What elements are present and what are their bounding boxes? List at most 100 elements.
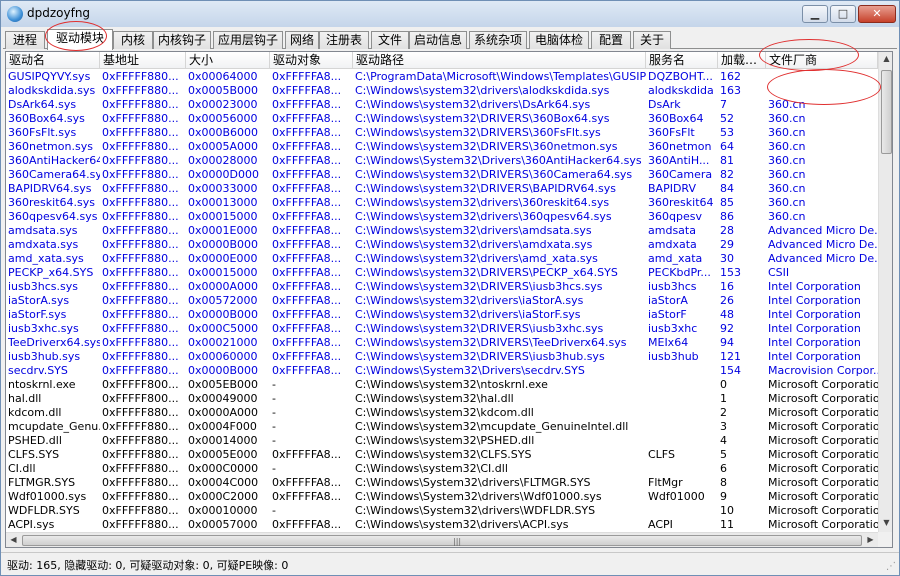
tab-12[interactable]: 关于 [633,31,671,49]
table-cell: 7 [720,98,727,111]
table-row[interactable]: iusb3hub.sys 0xFFFFF880... 0x00060000 0xFFF… [6,350,878,364]
table-cell: 0x00033000 [188,182,258,195]
table-cell: 360FsFlt [648,126,695,139]
tab-2[interactable]: 内核 [113,31,153,49]
table-row[interactable]: CI.dll 0xFFFFF880... 0x000C0000- C:\Windows… [6,462,878,476]
table-row[interactable]: iaStorF.sys 0xFFFFF880... 0x0000B000 0xFFFF… [6,308,878,322]
table-row[interactable]: ntoskrnl.exe 0xFFFFF800... 0x005EB000 - C:\W… [6,378,878,392]
size-grip-icon[interactable]: ⋰ [886,561,896,572]
table-cell: amdxata.sys [8,238,79,251]
table-row[interactable]: ACPI.sys 0xFFFFF880... 0x00057000 0xFFFFFA8… [6,518,878,532]
column-header-2[interactable]: 大小 [186,52,270,69]
maximize-icon[interactable]: □ [830,5,856,23]
table-cell: 0xFFFFF880... [102,364,179,377]
driver-list[interactable]: 驱动名 基地址 大小 驱动对象 驱动路径 服务名 加载… 文件厂商 GUSIPQYVY.sys… [5,51,893,548]
table-cell: 0x005EB000 [188,378,258,391]
scroll-down-icon[interactable]: ▼ [879,518,892,527]
table-row[interactable]: BAPIDRV64.sys 0xFFFFF880... 0x00033000 0xFF… [6,182,878,196]
table-row[interactable]: iaStorA.sys 0xFFFFF880... 0x00572000 0xFFFF… [6,294,878,308]
table-row[interactable]: hal.dll 0xFFFFF800... 0x00049000 - C:\Window… [6,392,878,406]
title-bar[interactable]: dpdzoyfng ▁ □ ✕ [1,1,899,27]
table-row[interactable]: PECKP_x64.SYS 0xFFFFF880... 0x00015000 0xFF… [6,266,878,280]
column-header-7[interactable]: 文件厂商 [766,52,878,69]
tab-11[interactable]: 配置 [591,31,631,49]
vertical-scrollbar[interactable]: ▲ ▼ [878,52,892,532]
table-row[interactable]: 360Camera64.sys 0xFFFFF880... 0x0000D000 0x… [6,168,878,182]
table-cell: secdrv.SYS [8,364,68,377]
table-row[interactable]: 360FsFlt.sys 0xFFFFF880... 0x000B6000 0xFFF… [6,126,878,140]
table-cell: 3 [720,420,727,433]
table-cell: 0xFFFFFA8... [272,336,342,349]
table-row[interactable]: DsArk64.sys 0xFFFFF880... 0x00023000 0xFFFF… [6,98,878,112]
table-row[interactable]: TeeDriverx64.sys 0xFFFFF880... 0x00021000 0… [6,336,878,350]
table-row[interactable]: 360netmon.sys 0xFFFFF880... 0x0005A000 0xFF… [6,140,878,154]
table-cell: 0x00021000 [188,336,258,349]
tab-7[interactable]: 文件 [371,31,409,49]
table-cell: 85 [720,196,734,209]
table-cell: 360.cn [768,154,806,167]
table-cell [646,420,718,434]
tab-3[interactable]: 内核钩子 [153,31,211,49]
table-row[interactable]: iusb3xhc.sys 0xFFFFF880... 0x000C5000 0xFFF… [6,322,878,336]
tab-1[interactable]: 驱动模块 [47,29,113,50]
table-row[interactable]: 360AntiHacker64.sys0xFFFFF880... 0x000280… [6,154,878,168]
table-cell: 0x00023000 [188,98,258,111]
table-row[interactable]: kdcom.dll 0xFFFFF880... 0x0000A000- C:\Wind… [6,406,878,420]
table-cell: Wdf01000.sys [8,490,87,503]
horizontal-scrollbar[interactable]: ◀ ||| ▶ [6,532,878,547]
scroll-right-icon[interactable]: ▶ [863,535,878,544]
table-row[interactable]: amdxata.sys 0xFFFFF880... 0x0000B000 0xFFFF… [6,238,878,252]
table-row[interactable]: amdsata.sys 0xFFFFF880... 0x0001E000 0xFFFF… [6,224,878,238]
tab-9[interactable]: 系统杂项 [469,31,527,49]
minimize-icon[interactable]: ▁ [802,5,828,23]
table-row[interactable]: iusb3hcs.sys 0xFFFFF880... 0x0000A000 0xFFF… [6,280,878,294]
table-row[interactable]: 360Box64.sys 0xFFFFF880... 0x00056000 0xFFF… [6,112,878,126]
tab-4[interactable]: 应用层钩子 [213,31,283,49]
table-cell: 0x0000B000 [188,364,259,377]
table-cell: 0xFFFFFA8... [272,350,342,363]
tab-6[interactable]: 注册表 [319,31,369,49]
table-row[interactable]: alodkskdida.sys 0xFFFFF880... 0x0005B000 0x… [6,84,878,98]
column-header-1[interactable]: 基地址 [100,52,186,69]
table-cell: 0xFFFFFA8... [272,154,342,167]
tab-10[interactable]: 电脑体检 [529,31,589,49]
tab-8[interactable]: 启动信息 [409,31,467,49]
column-header-0[interactable]: 驱动名 [6,52,100,69]
table-cell: 360.cn [768,140,806,153]
table-cell: amdsata [648,224,696,237]
close-icon[interactable]: ✕ [858,5,896,23]
table-cell: 0x00064000 [188,70,258,83]
scroll-up-icon[interactable]: ▲ [879,54,892,63]
column-header-4[interactable]: 驱动路径 [353,52,646,69]
table-row[interactable]: amd_xata.sys 0xFFFFF880... 0x0000E000 0xFFF… [6,252,878,266]
table-row[interactable]: GUSIPQYVY.sys 0xFFFFF880... 0x00064000 0xFF… [6,70,878,84]
table-cell: 0xFFFFFA8... [272,140,342,153]
table-cell: 0x00014000 [188,434,258,447]
table-cell: C:\Windows\System32\drivers\WDFLDR.SYS [355,504,596,517]
table-row[interactable]: Wdf01000.sys 0xFFFFF880... 0x000C2000 0xFFF… [6,490,878,504]
table-row[interactable]: 360reskit64.sys 0xFFFFF880... 0x00013000 0x… [6,196,878,210]
column-header-5[interactable]: 服务名 [646,52,718,69]
table-row[interactable]: PSHED.dll 0xFFFFF880... 0x00014000 - C:\Wind… [6,434,878,448]
scroll-left-icon[interactable]: ◀ [6,535,21,544]
table-row[interactable]: mcupdate_Genu... 0xFFFFF880... 0x0004F000 -… [6,420,878,434]
table-cell: 360.cn [768,112,806,125]
table-row[interactable]: CLFS.SYS 0xFFFFF880... 0x0005E000 0xFFFFFA8… [6,448,878,462]
tab-5[interactable]: 网络 [285,31,319,49]
column-header-3[interactable]: 驱动对象 [270,52,353,69]
table-cell: C:\Windows\System32\drivers\FLTMGR.SYS [355,476,591,489]
table-cell: 360reskit64.sys [8,196,95,209]
table-cell: Intel Corporation [768,294,861,307]
table-row[interactable]: FLTMGR.SYS 0xFFFFF880... 0x0004C000 0xFFFFF… [6,476,878,490]
table-cell: Microsoft Corporation [768,504,878,517]
tab-0[interactable]: 进程 [5,31,45,49]
table-row[interactable]: 360qpesv64.sys 0xFFFFF880... 0x00015000 0xF… [6,210,878,224]
vertical-scroll-thumb[interactable] [881,70,892,154]
table-cell: 16 [720,280,734,293]
driver-rows: GUSIPQYVY.sys 0xFFFFF880... 0x00064000 0xFF… [6,70,878,532]
table-cell: C:\Windows\system32\drivers\iaStorF.sys [355,308,581,321]
table-row[interactable]: secdrv.SYS 0xFFFFF880... 0x0000B000 0xFFFFF… [6,364,878,378]
column-header-6[interactable]: 加载… [718,52,766,69]
horizontal-scroll-thumb[interactable]: ||| [22,535,862,546]
table-row[interactable]: WDFLDR.SYS 0xFFFFF880... 0x00010000 - C:\Win… [6,504,878,518]
